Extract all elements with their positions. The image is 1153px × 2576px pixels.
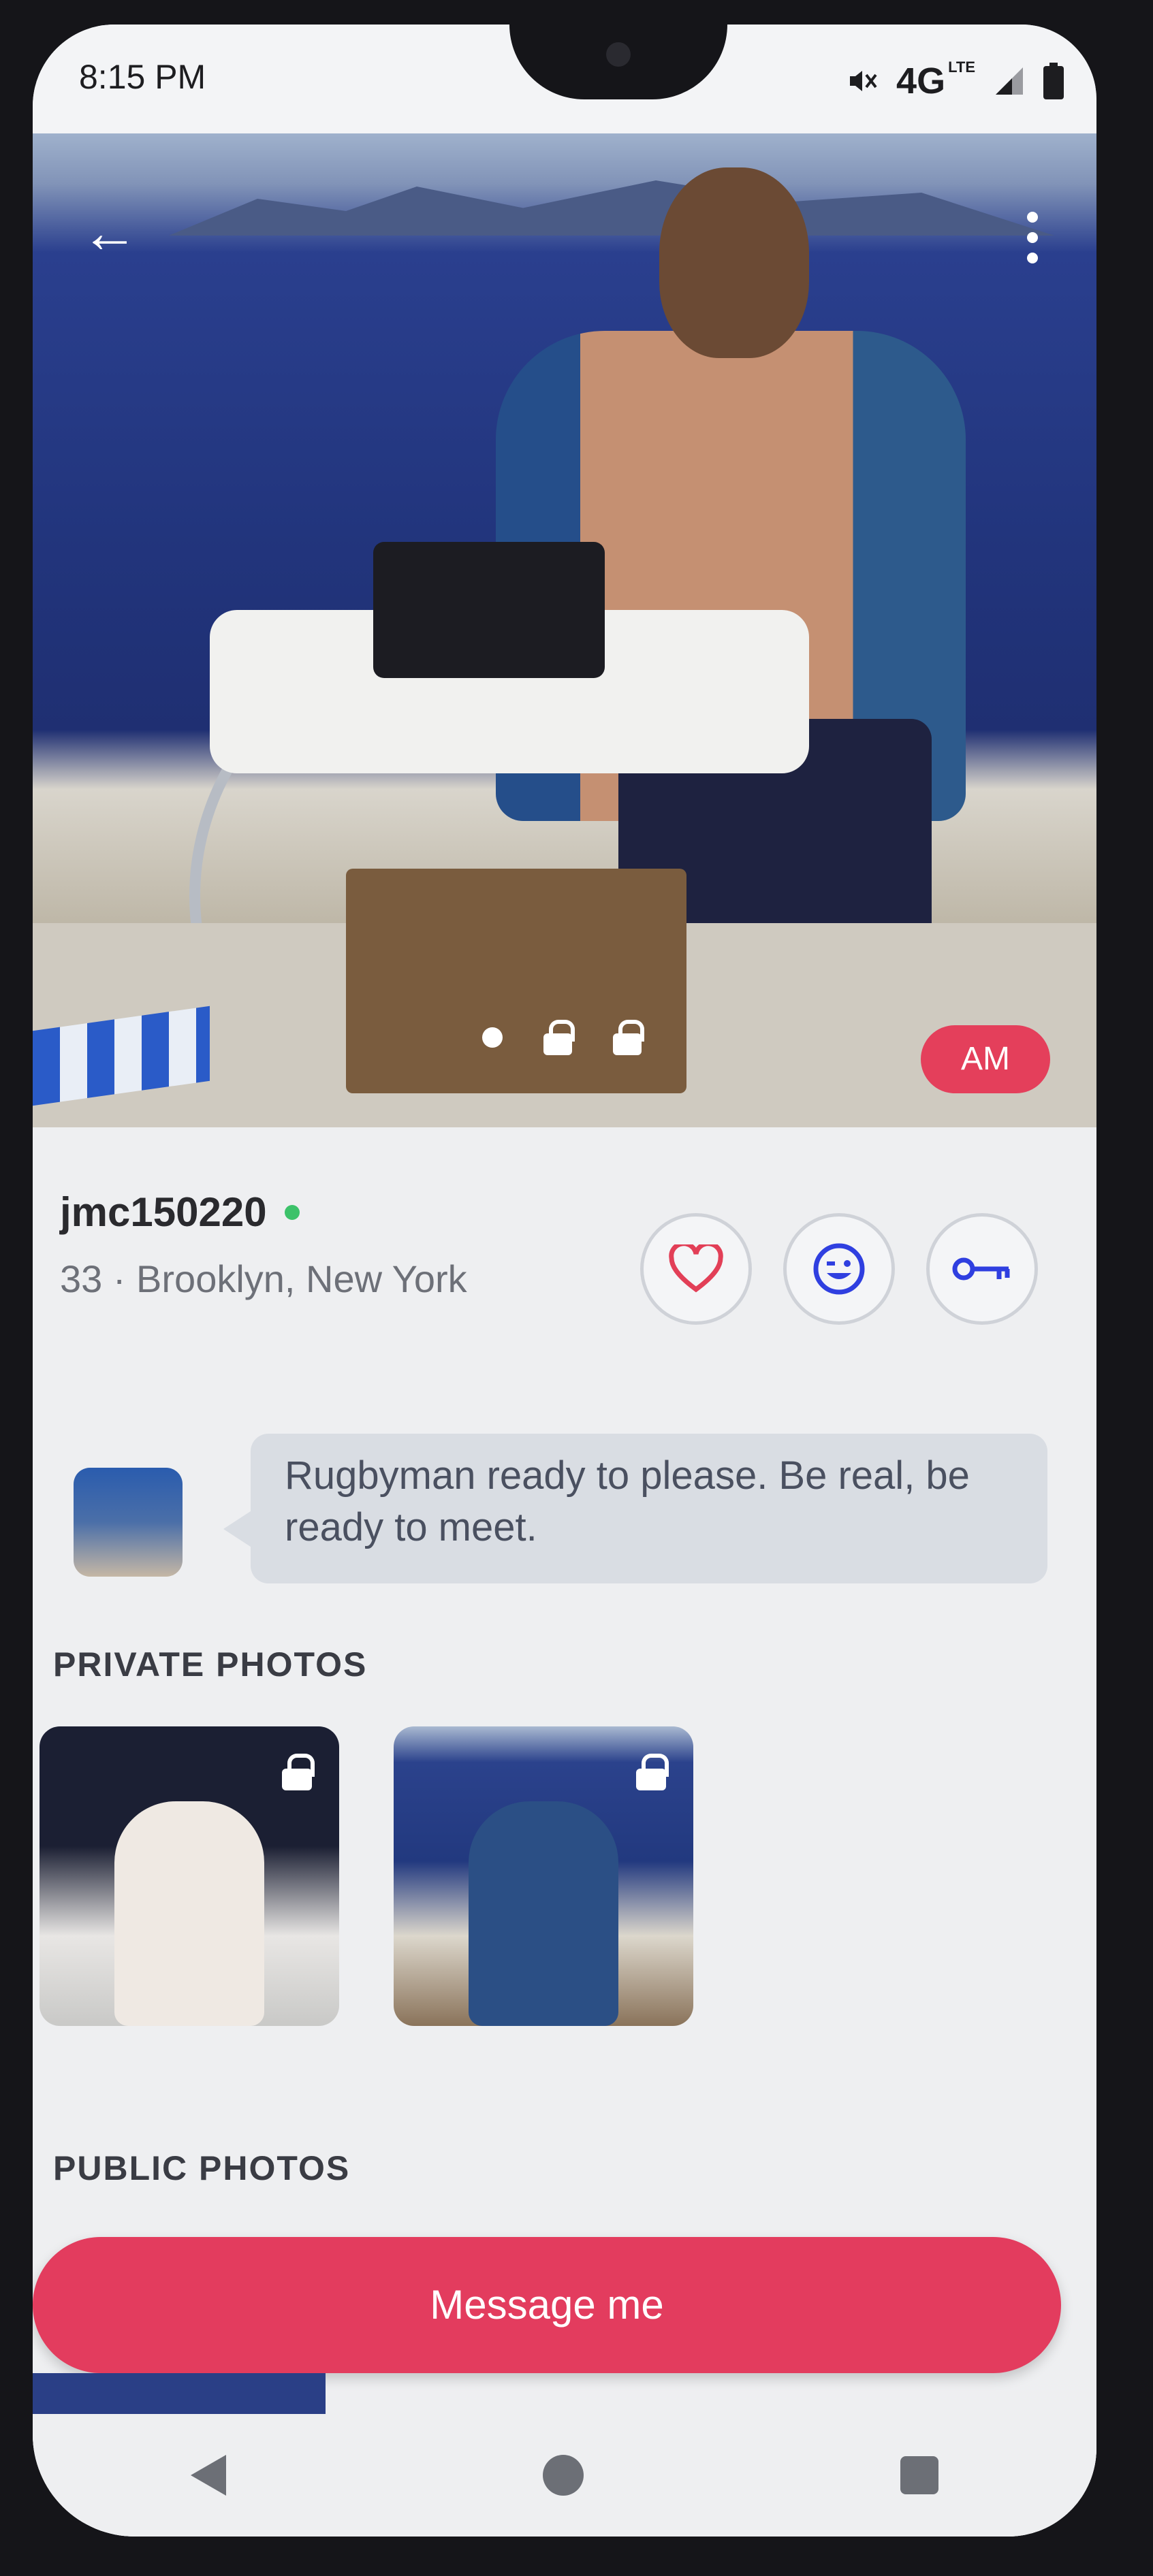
- network-subtype: LTE: [948, 59, 975, 76]
- avatar: [74, 1468, 183, 1577]
- phone-screen: 8:15 PM 4G LTE ← AM jmc150220 33 · Brook…: [33, 25, 1096, 2537]
- like-button[interactable]: [640, 1213, 752, 1325]
- photo-person: [114, 1801, 264, 2026]
- photo-background-mountains: [169, 180, 1054, 236]
- about-section: Rugbyman ready to please. Be real, be re…: [53, 1434, 1075, 1583]
- network-indicator: 4G LTE: [896, 60, 975, 102]
- back-arrow-icon[interactable]: ←: [79, 202, 140, 263]
- status-badge: AM: [921, 1025, 1050, 1093]
- nav-home-icon[interactable]: [542, 2455, 584, 2496]
- photo-boat-console: [346, 869, 686, 1093]
- lock-icon: [636, 1754, 669, 1790]
- status-time: 8:15 PM: [79, 58, 206, 96]
- network-type: 4G: [896, 61, 946, 101]
- mute-icon: [850, 71, 877, 91]
- heart-icon: [669, 1244, 723, 1293]
- online-indicator: [284, 1204, 300, 1220]
- wink-button[interactable]: [783, 1213, 895, 1325]
- android-nav-bar: [33, 2414, 1096, 2537]
- username: jmc150220: [60, 1189, 267, 1235]
- username-row: jmc150220: [60, 1189, 300, 1236]
- private-photos-heading: PRIVATE PHOTOS: [53, 1645, 368, 1684]
- photo-person-head: [659, 167, 809, 358]
- private-photo[interactable]: [40, 1726, 339, 2026]
- pager-lock-icon[interactable]: [543, 1020, 575, 1055]
- more-dot: [1027, 232, 1038, 243]
- more-vertical-icon[interactable]: [1012, 207, 1053, 268]
- public-photos-heading: PUBLIC PHOTOS: [53, 2149, 351, 2187]
- private-photo[interactable]: [394, 1726, 693, 2026]
- key-button[interactable]: [926, 1213, 1038, 1325]
- battery-icon: [1043, 63, 1064, 99]
- signal-icon: [996, 67, 1023, 95]
- about-text: Rugbyman ready to please. Be real, be re…: [223, 1434, 1047, 1583]
- key-icon: [952, 1257, 1010, 1281]
- profile-info: jmc150220 33 · Brooklyn, New York Rugbym…: [33, 1127, 1096, 2537]
- pager-lock-icon[interactable]: [613, 1020, 644, 1055]
- pager-dot-active[interactable]: [482, 1027, 503, 1048]
- camera-notch: [509, 25, 727, 99]
- message-me-button[interactable]: Message me: [33, 2237, 1061, 2373]
- public-photo-thumbnail[interactable]: [33, 2373, 326, 2414]
- status-bar: 8:15 PM 4G LTE: [33, 25, 1096, 140]
- age-location: 33 · Brooklyn, New York: [60, 1257, 467, 1300]
- status-icons: 4G LTE: [844, 60, 1064, 102]
- photo-person: [469, 1801, 618, 2026]
- private-photos-grid: [40, 1726, 693, 2026]
- photo-gps-unit: [373, 542, 605, 678]
- lock-icon: [282, 1754, 315, 1790]
- nav-recents-icon[interactable]: [900, 2456, 938, 2494]
- front-camera: [606, 42, 631, 67]
- profile-actions: [640, 1213, 1038, 1325]
- more-dot: [1027, 212, 1038, 223]
- photo-pager: [482, 1020, 644, 1055]
- wink-face-icon: [813, 1243, 865, 1295]
- profile-hero-photo[interactable]: ← AM: [33, 133, 1096, 1127]
- nav-back-icon[interactable]: [191, 2455, 227, 2496]
- more-dot: [1027, 253, 1038, 263]
